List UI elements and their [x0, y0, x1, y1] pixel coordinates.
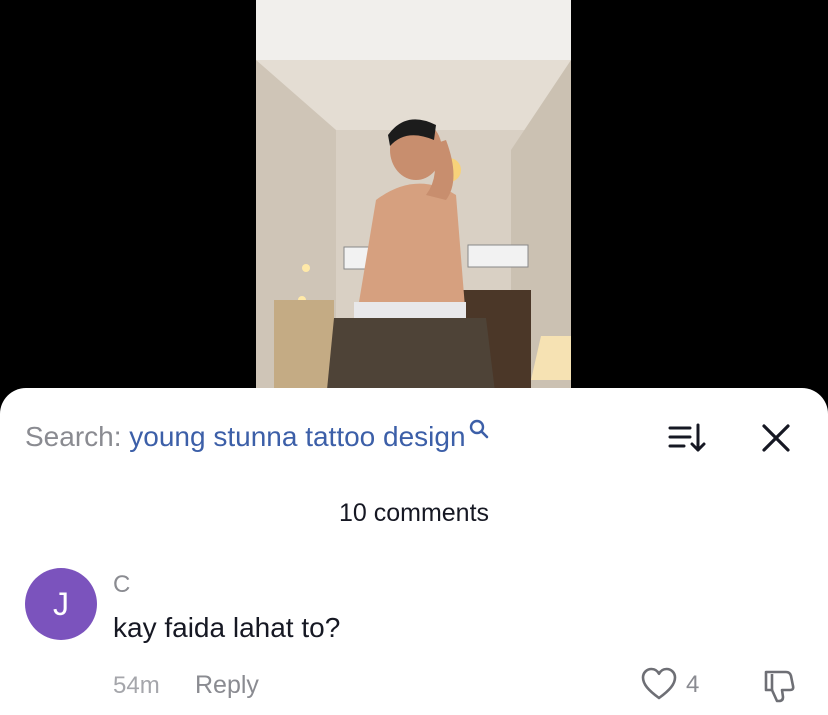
dislike-button[interactable] — [760, 666, 800, 706]
like-button[interactable]: 4 — [640, 666, 720, 702]
avatar[interactable]: J — [25, 568, 97, 640]
video-frame — [256, 0, 571, 400]
sort-icon — [668, 423, 706, 452]
magnifier-icon — [469, 419, 488, 439]
reply-button[interactable]: Reply — [195, 670, 259, 700]
search-suggestion-link[interactable]: Search: young stunna tattoo design — [25, 419, 490, 454]
search-suggestion-row: Search: young stunna tattoo design — [0, 388, 828, 488]
video-player[interactable] — [256, 0, 571, 400]
app-screen: Search: young stunna tattoo design 10 co… — [0, 0, 828, 715]
comments-sheet: Search: young stunna tattoo design 10 co… — [0, 388, 828, 715]
comment-timestamp: 54m — [113, 672, 160, 699]
comment-count-label: 10 comments — [338, 499, 490, 527]
close-icon — [762, 424, 790, 452]
comment-username[interactable]: C — [113, 570, 130, 600]
heart-outline-icon — [641, 667, 677, 700]
like-count: 4 — [686, 671, 700, 698]
thumbs-down-icon — [764, 670, 795, 703]
comment-text: kay faida lahat to? — [113, 612, 341, 643]
search-prefix: Search: — [25, 421, 122, 452]
comment-item: J C kay faida lahat to? 54m Reply 4 — [0, 558, 828, 715]
search-query: young stunna tattoo design — [129, 421, 466, 452]
close-button[interactable] — [756, 418, 796, 458]
sort-button[interactable] — [664, 418, 708, 458]
